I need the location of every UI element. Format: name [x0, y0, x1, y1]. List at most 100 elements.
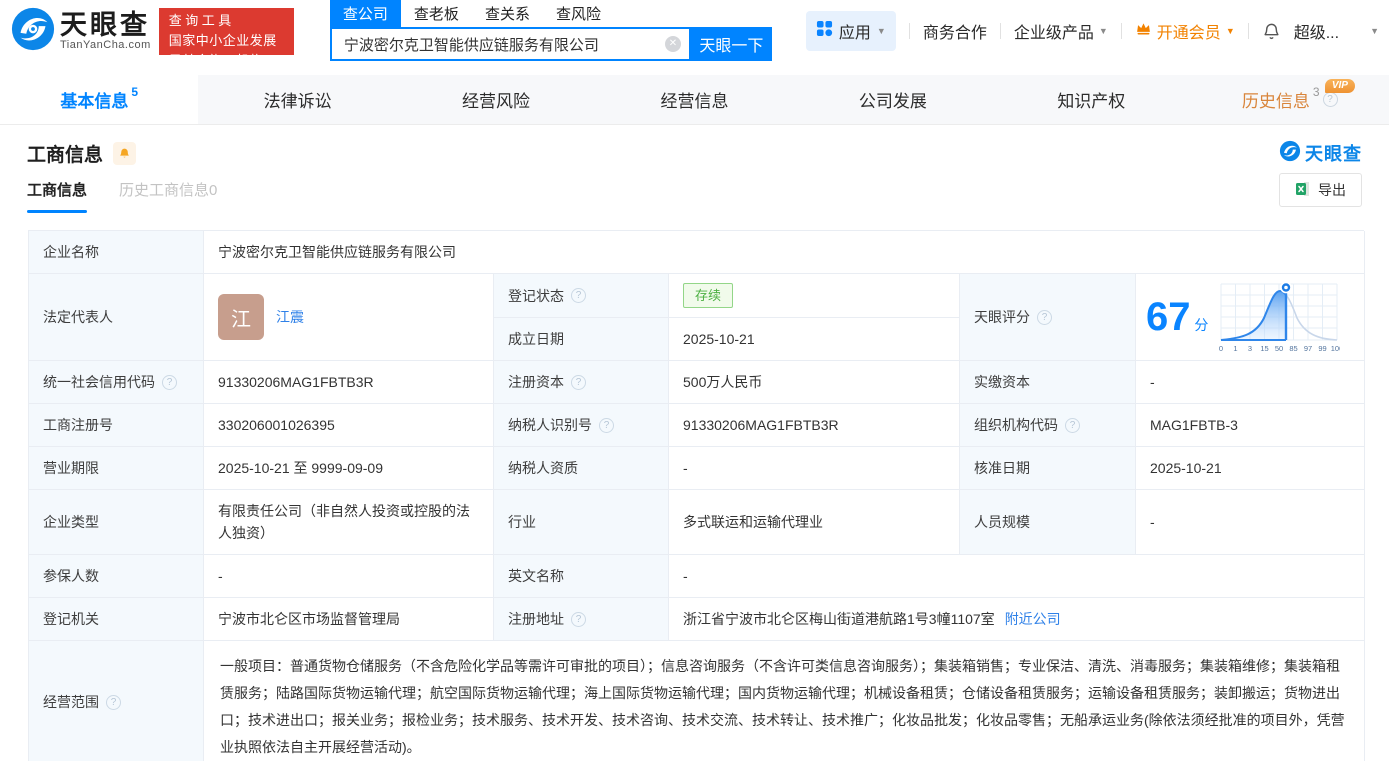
svg-text:15: 15: [1261, 344, 1269, 353]
search-tab-boss[interactable]: 查老板: [401, 0, 472, 27]
field-company-name-label: 企业名称: [29, 231, 204, 274]
field-industry-label: 行业: [494, 490, 669, 555]
field-approval-date-label: 核准日期: [960, 447, 1136, 490]
svg-text:50: 50: [1275, 344, 1283, 353]
field-taxpayer-quality-value: -: [669, 447, 960, 490]
nav-enterprise[interactable]: 企业级产品 ▼: [1014, 19, 1108, 43]
help-icon[interactable]: ?: [1322, 92, 1338, 107]
tab-intellectual-property[interactable]: 知识产权: [992, 75, 1190, 124]
search-row: ✕ 天眼一下: [329, 27, 772, 61]
svg-text:3: 3: [1248, 344, 1252, 353]
nav-apps[interactable]: 应用 ▼: [805, 11, 896, 51]
field-reg-authority-label: 登记机关: [29, 598, 204, 641]
search-module: 查公司 查老板 查关系 查风险 ✕ 天眼一下: [329, 0, 772, 61]
field-reg-number-label: 工商注册号: [29, 404, 204, 447]
search-input[interactable]: [343, 35, 665, 53]
field-insured-count-label: 参保人数: [29, 555, 204, 598]
field-business-term-label: 营业期限: [29, 447, 204, 490]
subtab-current-info[interactable]: 工商信息: [27, 173, 88, 213]
field-score-value: 67 分 0 1 3 15 50 85 97 99 10: [1136, 274, 1365, 361]
crown-icon: [1135, 21, 1152, 41]
tab-legal-proceedings[interactable]: 法律诉讼: [198, 75, 396, 124]
field-staff-size-value: -: [1136, 490, 1365, 555]
search-tab-risk[interactable]: 查风险: [543, 0, 614, 27]
help-icon[interactable]: ?: [1037, 309, 1052, 325]
field-legal-rep-value: 江 江震: [204, 274, 494, 361]
field-business-term-value: 2025-10-21 至 9999-09-09: [204, 447, 494, 490]
help-icon[interactable]: ?: [571, 611, 586, 627]
search-input-box: ✕: [329, 27, 691, 61]
field-company-type-label: 企业类型: [29, 490, 204, 555]
field-business-scope-value: 一般项目：普通货物仓储服务（不含危险化学品等需许可审批的项目）；信息咨询服务（不…: [204, 641, 1365, 761]
brand-name: 天眼查: [60, 10, 150, 40]
nearby-companies-link[interactable]: 附近公司: [1005, 609, 1061, 629]
help-icon[interactable]: ?: [1065, 417, 1080, 433]
field-english-name-label: 英文名称: [494, 555, 669, 598]
search-tab-relation[interactable]: 查关系: [472, 0, 543, 27]
chevron-down-icon: ▼: [1225, 26, 1235, 36]
field-establish-date-value: 2025-10-21: [669, 318, 960, 361]
brand-domain: TianYanCha.com: [60, 39, 151, 51]
status-badge: 存续: [683, 283, 734, 308]
field-english-name-value: -: [669, 555, 1365, 598]
field-paid-capital-label: 实缴资本: [960, 361, 1136, 404]
search-button[interactable]: 天眼一下: [690, 27, 772, 61]
help-icon[interactable]: ?: [571, 374, 586, 390]
field-staff-size-label: 人员规模: [960, 490, 1136, 555]
legal-rep-link[interactable]: 江震: [276, 307, 304, 327]
nav-enterprise-label: 企业级产品: [1013, 25, 1094, 42]
field-company-name-value: 宁波密尔克卫智能供应链服务有限公司: [204, 231, 1365, 274]
help-icon[interactable]: ?: [571, 288, 586, 303]
field-org-code-label: 组织机构代码 ?: [960, 404, 1136, 447]
subscribe-bell-icon[interactable]: [113, 141, 137, 165]
field-taxpayer-id-label: 纳税人识别号 ?: [494, 404, 669, 447]
svg-text:85: 85: [1290, 344, 1298, 353]
avatar[interactable]: 江: [218, 294, 264, 340]
field-credit-code-value: 91330206MAG1FBTB3R: [204, 361, 494, 404]
svg-text:1: 1: [1234, 344, 1238, 353]
export-button[interactable]: 导出: [1279, 173, 1362, 207]
divider: [1120, 23, 1122, 39]
tianyancha-eye-icon: [10, 6, 56, 57]
field-reg-address-label: 注册地址 ?: [494, 598, 669, 641]
logo-text: 天眼查 TianYanCha.com: [60, 11, 151, 51]
field-company-type-value: 有限责任公司（非自然人投资或控股的法人独资）: [204, 490, 494, 555]
chevron-down-icon: ▼: [1098, 26, 1108, 36]
field-reg-address-value: 浙江省宁波市北仑区梅山街道港航路1号3幢1107室 附近公司: [669, 598, 1365, 641]
notification-bell-icon[interactable]: [1262, 22, 1281, 41]
field-industry-value: 多式联运和运输代理业: [669, 490, 960, 555]
nav-cooperation[interactable]: 商务合作: [923, 19, 987, 43]
tab-company-development[interactable]: 公司发展: [794, 75, 992, 124]
score-number: 67: [1146, 295, 1191, 339]
field-org-code-value: MAG1FBTB-3: [1136, 404, 1365, 447]
field-reg-capital-label: 注册资本 ?: [494, 361, 669, 404]
tab-history-info[interactable]: 历史信息 3 ? VIP: [1191, 75, 1389, 124]
field-reg-status-value: 存续: [669, 274, 960, 318]
nav-apps-label: 应用: [838, 25, 871, 42]
tab-business-info[interactable]: 经营信息: [595, 75, 793, 124]
nav-super-vip[interactable]: 超级...: [1294, 19, 1339, 43]
field-paid-capital-value: -: [1136, 361, 1365, 404]
help-icon[interactable]: ?: [599, 417, 614, 433]
nav-open-vip[interactable]: 开通会员 ▼: [1135, 19, 1235, 43]
top-navigation: 应用 ▼ 商务合作 企业级产品 ▼ 开通会员 ▼ 超级... ▼: [805, 11, 1379, 51]
tab-operating-risk[interactable]: 经营风险: [397, 75, 595, 124]
svg-text:97: 97: [1304, 344, 1312, 353]
help-icon[interactable]: ?: [106, 694, 121, 710]
slogan-line1: 都在用的商业查询工具: [168, 0, 268, 28]
tab-basic-info[interactable]: 基本信息 5: [0, 75, 199, 124]
divider: [1247, 23, 1249, 39]
field-business-scope-label: 经营范围 ?: [29, 641, 204, 761]
search-tabs: 查公司 查老板 查关系 查风险: [329, 0, 772, 27]
search-tab-company[interactable]: 查公司: [329, 0, 401, 27]
section-header: 工商信息 天眼查: [27, 137, 1362, 169]
chevron-down-icon: ▼: [876, 26, 886, 36]
clear-icon[interactable]: ✕: [664, 36, 681, 52]
chevron-down-icon[interactable]: ▼: [1370, 26, 1379, 36]
subtab-history-info[interactable]: 历史工商信息0: [119, 173, 217, 213]
help-icon[interactable]: ?: [162, 374, 177, 390]
svg-text:0: 0: [1219, 344, 1223, 353]
field-score-label: 天眼评分 ?: [960, 274, 1136, 361]
app-grid-icon: [816, 20, 833, 42]
site-logo[interactable]: 天眼查 TianYanCha.com: [10, 6, 151, 57]
